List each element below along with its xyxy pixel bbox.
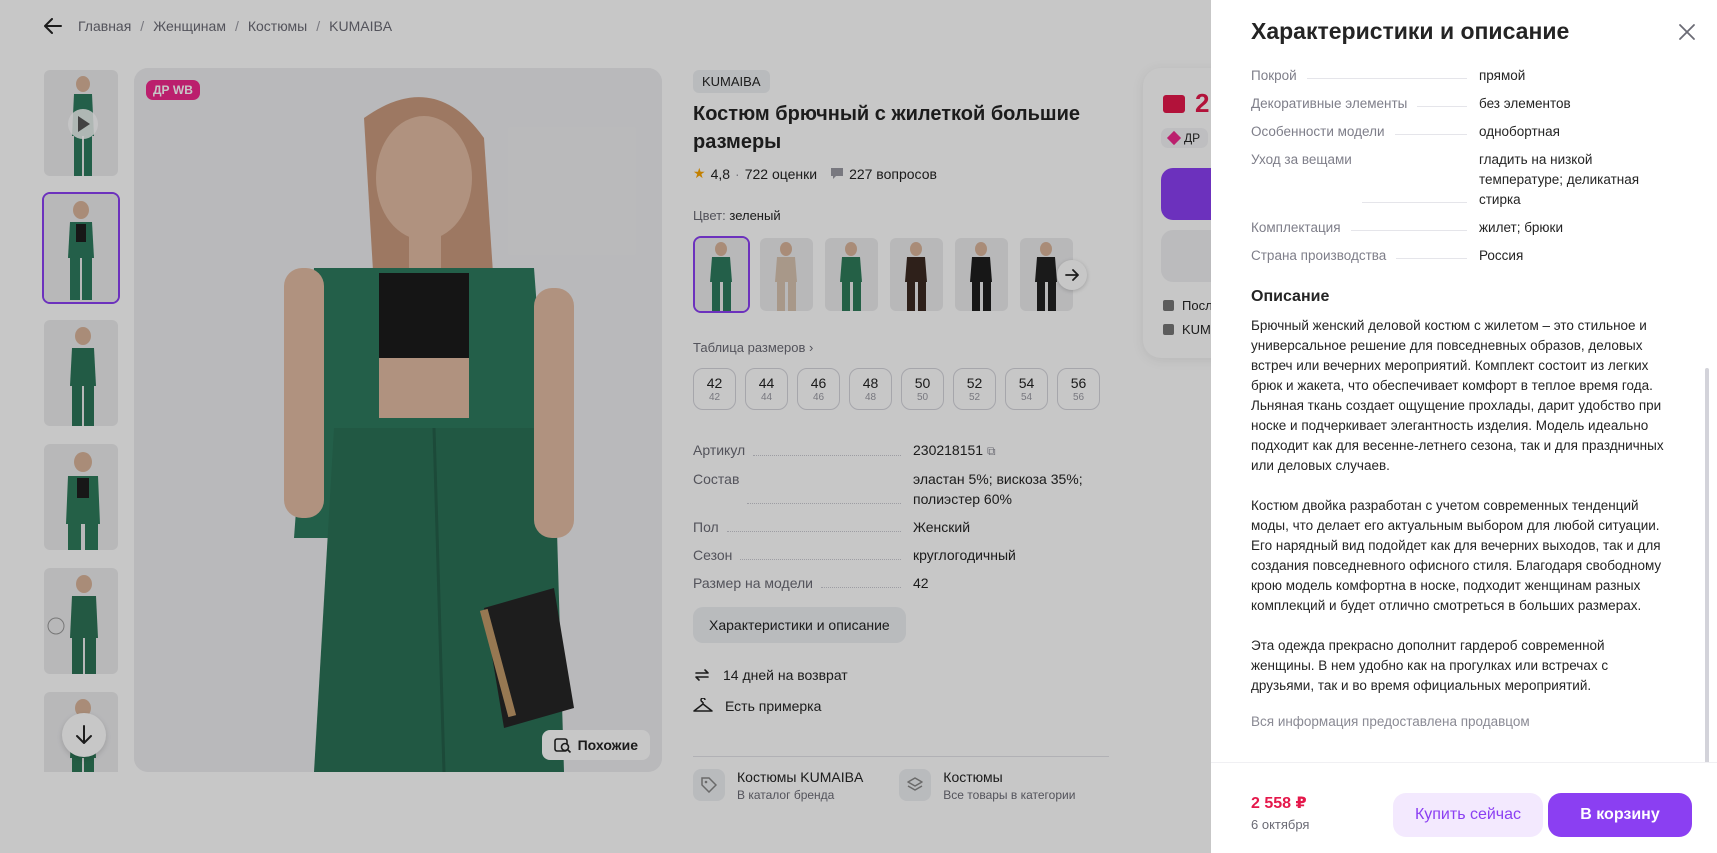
char-value: без элементов	[1479, 96, 1571, 111]
delivery-date: 6 октября	[1251, 817, 1310, 832]
drawer-scrollbar[interactable]	[1705, 368, 1709, 768]
drawer-footer: 2 558 ₽ 6 октября Купить сейчас В корзин…	[1211, 762, 1717, 853]
close-icon[interactable]	[1677, 22, 1699, 44]
char-row: Уход за вещами гладить на низкой температ…	[1251, 150, 1671, 210]
add-to-cart-button[interactable]: В корзину	[1548, 793, 1692, 837]
char-key: Покрой	[1251, 68, 1297, 83]
buy-now-button[interactable]: Купить сейчас	[1393, 793, 1543, 837]
char-value: гладить на низкой температуре; деликатна…	[1479, 152, 1640, 207]
char-value: однобортная	[1479, 124, 1560, 139]
char-row: Декоративные элементы без элементов	[1251, 94, 1671, 114]
char-row: Особенности модели однобортная	[1251, 122, 1671, 142]
description-paragraph: Костюм двойка разработан с учетом соврем…	[1251, 498, 1662, 613]
description-heading: Описание	[1251, 288, 1330, 305]
char-row: Покрой прямой	[1251, 66, 1671, 86]
modal-backdrop[interactable]	[0, 0, 1211, 853]
char-value: прямой	[1479, 68, 1526, 83]
char-key: Особенности модели	[1251, 124, 1385, 139]
characteristics-drawer: Характеристики и описание Покрой прямой Д…	[1211, 0, 1717, 853]
char-value: Россия	[1479, 248, 1524, 263]
char-key: Комплектация	[1251, 220, 1341, 235]
char-key: Уход за вещами	[1251, 152, 1352, 167]
drawer-title: Характеристики и описание	[1251, 18, 1570, 44]
char-key: Декоративные элементы	[1251, 96, 1408, 111]
drawer-content[interactable]: Покрой прямой Декоративные элементы без эл…	[1251, 66, 1671, 766]
char-row: Комплектация жилет; брюки	[1251, 218, 1671, 238]
description-paragraph: Эта одежда прекрасно дополнит гардероб с…	[1251, 638, 1609, 693]
footer-price: 2 558 ₽	[1251, 795, 1307, 812]
char-value: жилет; брюки	[1479, 220, 1564, 235]
description-paragraph: Брючный женский деловой костюм с жилетом…	[1251, 318, 1664, 473]
seller-note: Вся информация предоставлена продавцом	[1251, 714, 1530, 729]
char-row: Страна производства Россия	[1251, 246, 1671, 266]
char-key: Страна производства	[1251, 248, 1387, 263]
product-page: Главная / Женщинам / Костюмы / KUMAIBA Д…	[0, 0, 1717, 853]
